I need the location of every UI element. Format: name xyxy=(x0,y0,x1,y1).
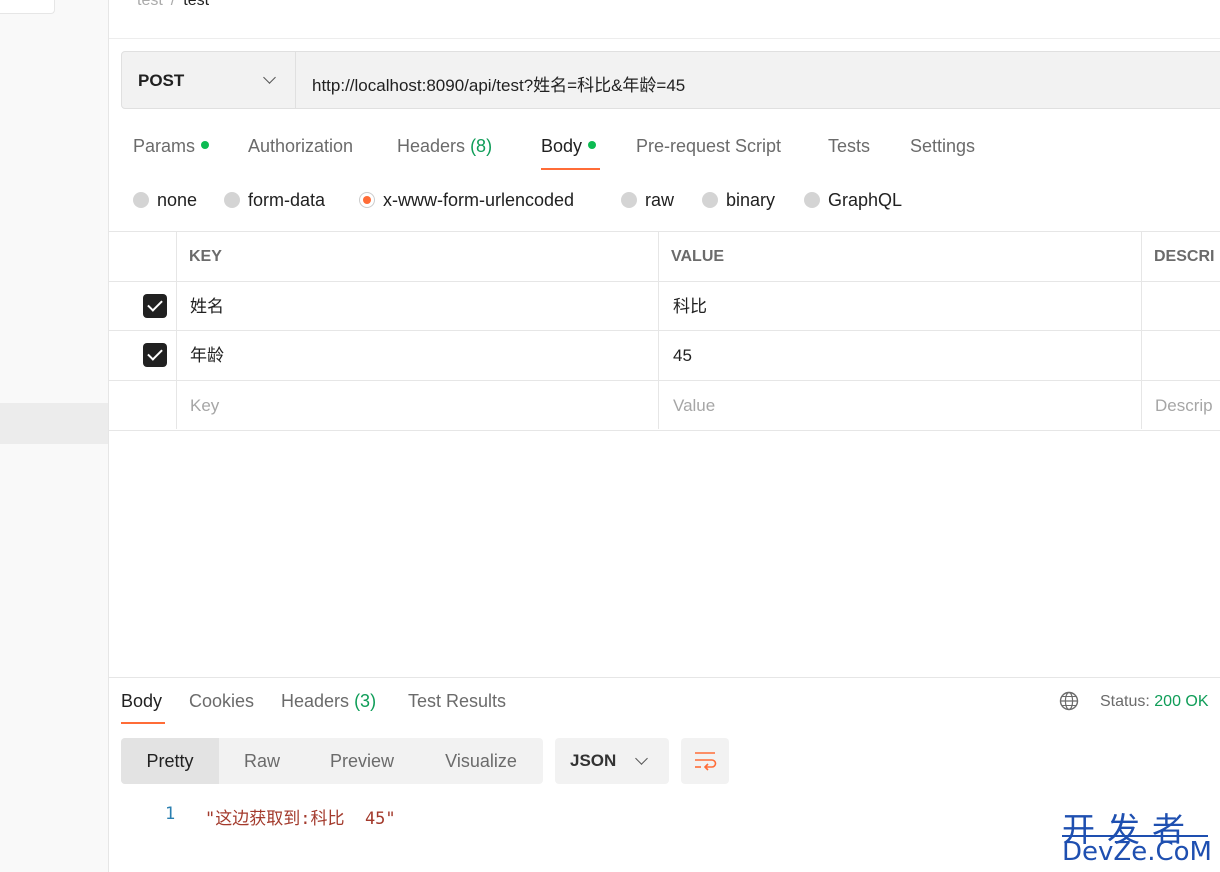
response-tab-headers[interactable]: Headers (3) xyxy=(281,691,376,712)
tab-authorization[interactable]: Authorization xyxy=(248,136,353,157)
row-key[interactable]: 姓名 xyxy=(190,282,224,331)
radio-icon xyxy=(804,192,820,208)
table-row: 年龄 45 xyxy=(109,330,1220,380)
response-view-selector: Pretty Raw Preview Visualize xyxy=(121,738,543,784)
column-header-description: DESCRI xyxy=(1154,248,1215,265)
breadcrumb-parent[interactable]: test xyxy=(137,0,163,9)
body-type-none[interactable]: none xyxy=(133,190,197,211)
body-type-urlencoded[interactable]: x-www-form-urlencoded xyxy=(359,190,574,211)
breadcrumb-separator: / xyxy=(170,0,176,9)
key-input[interactable]: Key xyxy=(190,381,219,430)
row-checkbox[interactable] xyxy=(143,343,167,367)
view-preview[interactable]: Preview xyxy=(305,738,419,784)
breadcrumb: test / test xyxy=(137,0,209,10)
radio-icon xyxy=(702,192,718,208)
body-type-graphql[interactable]: GraphQL xyxy=(804,190,902,211)
line-number: 1 xyxy=(165,804,176,824)
globe-icon[interactable] xyxy=(1059,691,1079,711)
view-pretty[interactable]: Pretty xyxy=(121,738,219,784)
format-select[interactable]: JSON xyxy=(555,738,669,784)
wrap-lines-button[interactable] xyxy=(681,738,729,784)
row-value[interactable]: 45 xyxy=(673,331,692,380)
method-label: POST xyxy=(138,71,185,90)
column-header-value: VALUE xyxy=(671,248,725,265)
body-type-binary[interactable]: binary xyxy=(702,190,775,211)
description-input[interactable]: Descrip xyxy=(1155,381,1213,430)
radio-icon xyxy=(621,192,637,208)
chevron-down-icon xyxy=(263,71,276,84)
column-divider xyxy=(658,231,659,429)
sidebar-top-panel xyxy=(0,0,55,14)
tab-tests[interactable]: Tests xyxy=(828,136,870,157)
active-tab-underline xyxy=(541,168,600,170)
table-row: 姓名 科比 xyxy=(109,281,1220,331)
headers-count: (8) xyxy=(470,136,493,156)
radio-icon xyxy=(224,192,240,208)
tab-params[interactable]: Params xyxy=(133,136,210,157)
format-label: JSON xyxy=(570,751,617,770)
url-input[interactable]: http://localhost:8090/api/test?姓名=科比&年龄=… xyxy=(312,71,685,96)
tab-pre-request-script[interactable]: Pre-request Script xyxy=(636,136,781,157)
response-tab-cookies[interactable]: Cookies xyxy=(189,691,254,712)
breadcrumb-current[interactable]: test xyxy=(183,0,209,9)
tab-settings[interactable]: Settings xyxy=(910,136,975,157)
header-divider xyxy=(109,38,1220,39)
body-type-form-data[interactable]: form-data xyxy=(224,190,325,211)
response-tab-body[interactable]: Body xyxy=(121,691,162,712)
response-headers-count: (3) xyxy=(354,691,377,711)
view-raw[interactable]: Raw xyxy=(219,738,305,784)
row-value[interactable]: 科比 xyxy=(673,282,707,331)
column-divider xyxy=(1141,231,1142,429)
value-input[interactable]: Value xyxy=(673,381,715,430)
tab-body[interactable]: Body xyxy=(541,136,597,157)
view-visualize[interactable]: Visualize xyxy=(419,738,543,784)
body-indicator-dot xyxy=(588,141,597,149)
sidebar xyxy=(0,0,109,872)
watermark-line2: DevZe.CoM xyxy=(1062,837,1212,867)
watermark-logo: 开发者 DevZe.CoM xyxy=(1062,803,1212,867)
radio-selected-icon xyxy=(359,192,375,208)
response-tab-test-results[interactable]: Test Results xyxy=(408,691,506,712)
code-line[interactable]: "这边获取到:科比 45" xyxy=(205,804,396,829)
params-indicator-dot xyxy=(201,141,210,149)
table-row-empty: Key Value Descrip xyxy=(109,380,1220,431)
request-editor: test / test POST http://localhost:8090/api… xyxy=(109,0,1220,872)
status-code[interactable]: 200 OK xyxy=(1154,693,1208,710)
column-header-key: KEY xyxy=(189,248,222,265)
url-bar: POST http://localhost:8090/api/test?姓名=科… xyxy=(121,51,1220,109)
response-tab-underline xyxy=(121,722,165,724)
table-header-row: KEY VALUE DESCRI xyxy=(109,231,1220,281)
wrap-lines-icon xyxy=(695,752,717,771)
response-status: Status: 200 OK xyxy=(1100,693,1209,710)
radio-icon xyxy=(133,192,149,208)
chevron-down-icon xyxy=(635,752,648,765)
body-type-raw[interactable]: raw xyxy=(621,190,674,211)
tab-headers[interactable]: Headers (8) xyxy=(397,136,492,157)
column-divider xyxy=(176,231,177,429)
response-divider[interactable] xyxy=(109,677,1220,678)
row-key[interactable]: 年龄 xyxy=(190,331,224,380)
row-checkbox[interactable] xyxy=(143,294,167,318)
sidebar-selected-item[interactable] xyxy=(0,403,108,444)
method-select[interactable]: POST xyxy=(122,52,296,108)
